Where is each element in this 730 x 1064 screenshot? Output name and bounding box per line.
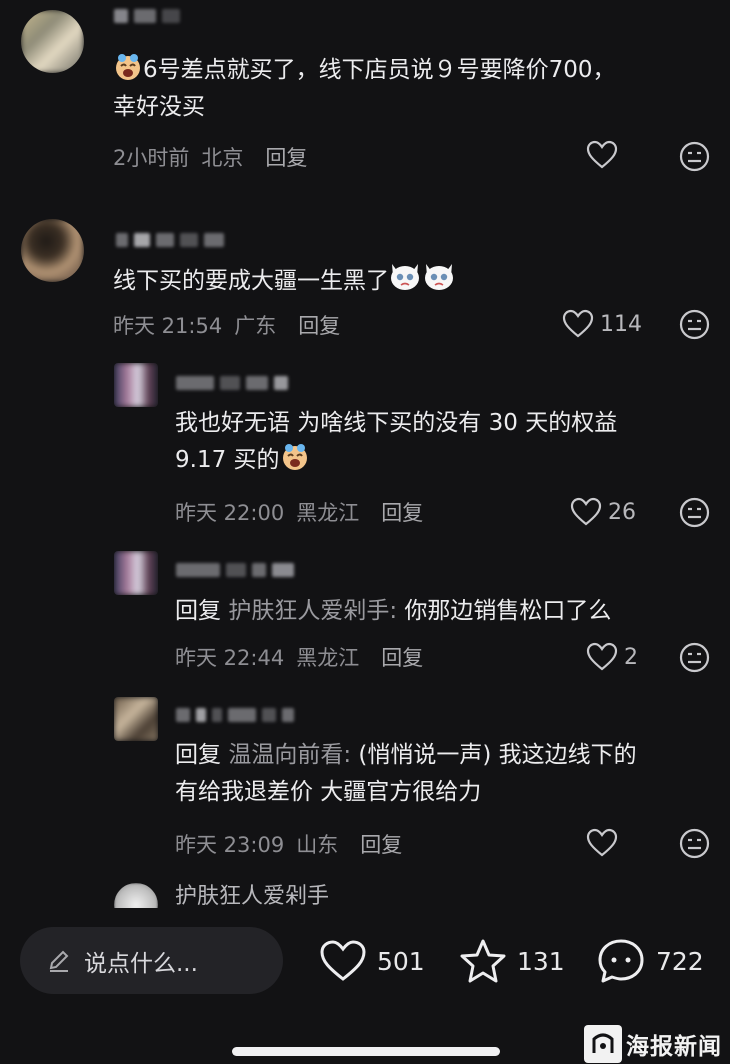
- heart-icon: [586, 140, 618, 169]
- reply-button[interactable]: 回复: [265, 142, 307, 172]
- reply-button[interactable]: 回复: [298, 310, 340, 340]
- like-button[interactable]: 114: [562, 309, 642, 339]
- reply-button[interactable]: 回复: [381, 642, 423, 672]
- username-blurred[interactable]: [116, 229, 224, 251]
- like-count: 2: [624, 644, 638, 670]
- comments-button[interactable]: 722: [596, 934, 704, 988]
- crying-face-icon: [282, 444, 307, 470]
- comment-text: 回复 温温向前看: (悄悄说一声) 我这边线下的 有给我退差价 大疆官方很给力: [175, 742, 637, 805]
- comment-meta: 昨天 22:44 黑龙江 回复: [175, 642, 423, 672]
- reply-button[interactable]: 回复: [381, 497, 423, 527]
- username-blurred[interactable]: [176, 559, 294, 581]
- username-blurred[interactable]: [114, 5, 180, 27]
- comment-text: 线下买的要成大疆一生黑了: [113, 258, 455, 300]
- reply-target[interactable]: 护肤狂人爱剁手:: [228, 598, 404, 624]
- comment-time: 昨天 23:09: [175, 833, 285, 857]
- username-blurred[interactable]: [176, 704, 294, 726]
- comment-time: 2小时前: [113, 146, 190, 170]
- comment-time: 昨天 22:00: [175, 501, 285, 525]
- neutral-face-icon: [679, 828, 710, 859]
- username-blurred[interactable]: [176, 372, 288, 394]
- dislike-button[interactable]: [679, 828, 710, 863]
- avatar[interactable]: [114, 363, 158, 407]
- comment-time: 昨天 22:44: [175, 646, 285, 670]
- heart-icon: [570, 497, 602, 526]
- home-indicator[interactable]: [232, 1047, 500, 1056]
- favorite-button[interactable]: 131: [459, 934, 565, 988]
- avatar[interactable]: [114, 697, 158, 741]
- comment-count: 722: [656, 946, 704, 976]
- like-button[interactable]: 26: [570, 497, 636, 527]
- like-count: 114: [600, 311, 642, 337]
- avatar[interactable]: [21, 10, 84, 73]
- comment-text: 回复 护肤狂人爱剁手: 你那边销售松口了么: [175, 598, 612, 624]
- reply-button[interactable]: 回复: [360, 829, 402, 859]
- reply-target[interactable]: 温温向前看:: [228, 742, 358, 768]
- neutral-face-icon: [679, 642, 710, 673]
- watermark: 海报新闻: [584, 1024, 730, 1064]
- like-count: 26: [608, 499, 636, 525]
- comment-location: 北京: [201, 146, 244, 170]
- chat-bubble-icon: [598, 939, 644, 983]
- neutral-face-icon: [679, 141, 710, 172]
- comment-location: 山东: [296, 833, 339, 857]
- like-button[interactable]: [586, 828, 618, 858]
- comment-text: 6号差点就买了，线下店员说９号要降价700， 幸好没买: [113, 52, 616, 126]
- like-button[interactable]: [586, 140, 618, 170]
- comment-location: 黑龙江: [296, 501, 360, 525]
- crying-face-icon: [116, 54, 140, 80]
- post-like-count: 501: [377, 946, 425, 976]
- dislike-button[interactable]: [679, 497, 710, 532]
- dislike-button[interactable]: [679, 642, 710, 677]
- pencil-icon: [49, 950, 69, 972]
- heart-icon: [320, 940, 366, 981]
- neutral-face-icon: [679, 497, 710, 528]
- favorite-count: 131: [517, 946, 565, 976]
- neutral-face-icon: [679, 309, 710, 340]
- dislike-button[interactable]: [679, 309, 710, 344]
- watermark-name: 海报新闻: [626, 1034, 722, 1060]
- avatar[interactable]: [21, 219, 84, 282]
- like-post-button[interactable]: 501: [319, 934, 425, 988]
- comment-meta: 昨天 23:09 山东 回复: [175, 829, 402, 859]
- comment-input[interactable]: 说点什么...: [20, 927, 283, 994]
- avatar[interactable]: [114, 551, 158, 595]
- watermark-logo-icon: [584, 1025, 622, 1063]
- crying-cat-icon: [391, 264, 453, 290]
- heart-icon: [586, 828, 618, 857]
- comment-meta: 昨天 22:00 黑龙江 回复: [175, 497, 423, 527]
- comment-meta: 昨天 21:54 广东 回复: [113, 310, 340, 340]
- heart-icon: [586, 642, 618, 671]
- input-placeholder: 说点什么...: [84, 950, 198, 977]
- comment-location: 广东: [234, 314, 277, 338]
- comment-time: 昨天 21:54: [113, 314, 223, 338]
- like-button[interactable]: 2: [586, 642, 638, 672]
- heart-icon: [562, 309, 594, 338]
- comment-text: 我也好无语 为啥线下买的没有 30 天的权益 9.17 买的: [175, 410, 618, 473]
- star-icon: [460, 939, 506, 983]
- comment-location: 黑龙江: [296, 646, 360, 670]
- comment-meta: 2小时前 北京 回复: [113, 142, 307, 172]
- dislike-button[interactable]: [679, 141, 710, 176]
